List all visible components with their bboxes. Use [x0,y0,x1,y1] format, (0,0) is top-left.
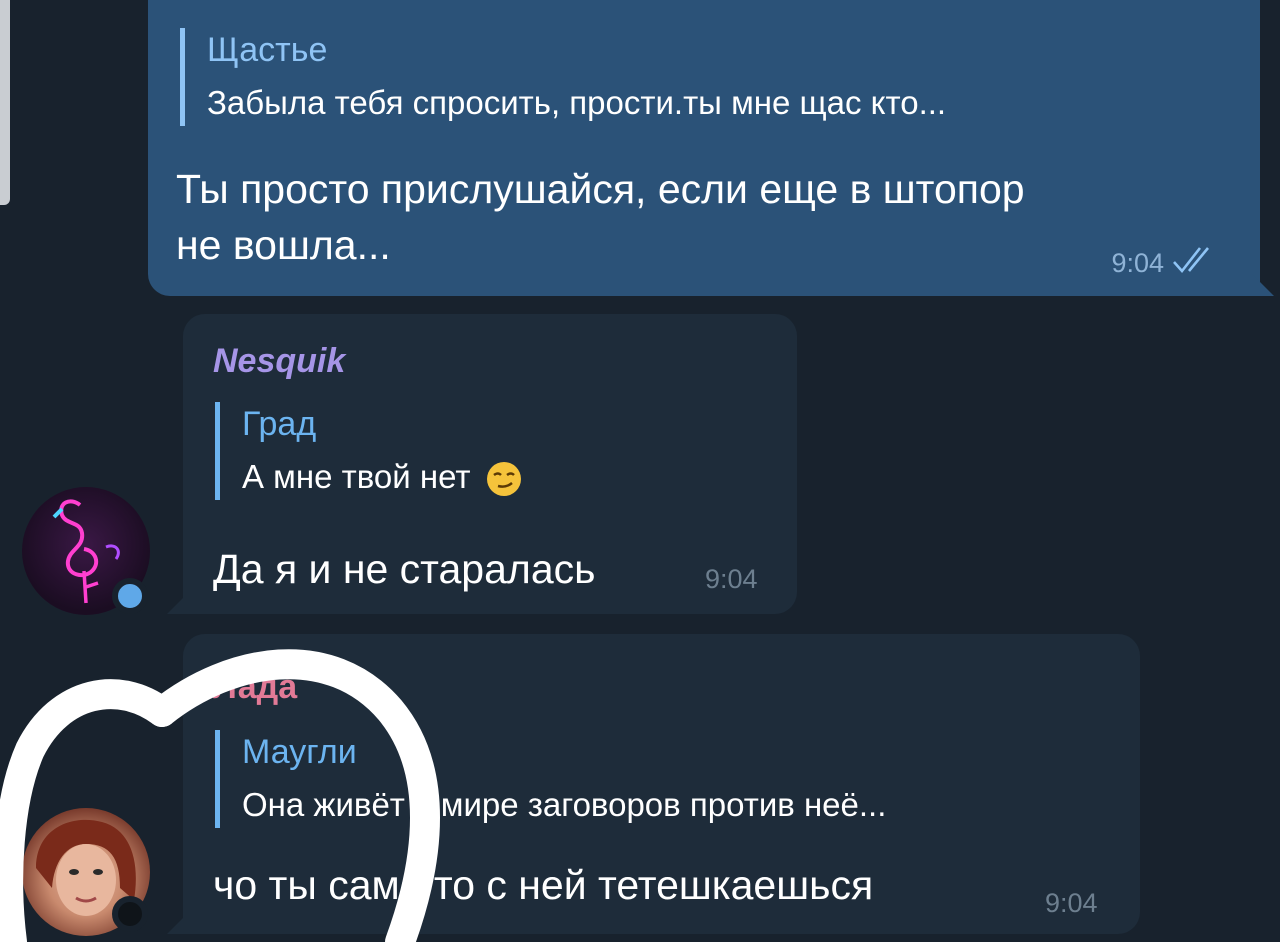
scrollbar-edge[interactable] [0,0,10,205]
message-text-line-1: Ты просто прислушайся, если еще в штопор [176,166,1025,212]
message-time: 9:04 [1045,888,1098,918]
incoming-message-bubble[interactable]: Nesquik Град А мне твой нет Да я и не ст… [167,314,797,614]
bubble-tail [167,592,189,614]
hand-drawn-circle-annotation [0,649,440,942]
reply-author: Щастье [207,31,328,69]
reply-author: Град [242,405,317,443]
message-text-line-2: не вошла... [176,222,391,268]
reply-text-row: А мне твой нет [242,454,522,500]
reply-text: Забыла тебя спросить, прости.ты мне щас … [207,84,947,121]
outgoing-message-bubble[interactable]: Щастье Забыла тебя спросить, прости.ты м… [148,0,1274,296]
sender-name[interactable]: Nesquik [213,342,345,381]
bubble-tail [1252,274,1274,296]
message-text: Да я и не старалась [213,546,596,592]
reply-preview[interactable]: Щастье Забыла тебя спросить, прости.ты м… [180,28,946,126]
reply-text: А мне твой нет [242,458,471,495]
reply-preview[interactable]: Град А мне твой нет [215,402,522,500]
double-check-read-icon [1172,244,1218,283]
message-time: 9:04 [1111,248,1164,278]
smirking-face-icon [486,461,522,497]
message-time: 9:04 [705,564,758,594]
online-status-dot [112,578,148,614]
